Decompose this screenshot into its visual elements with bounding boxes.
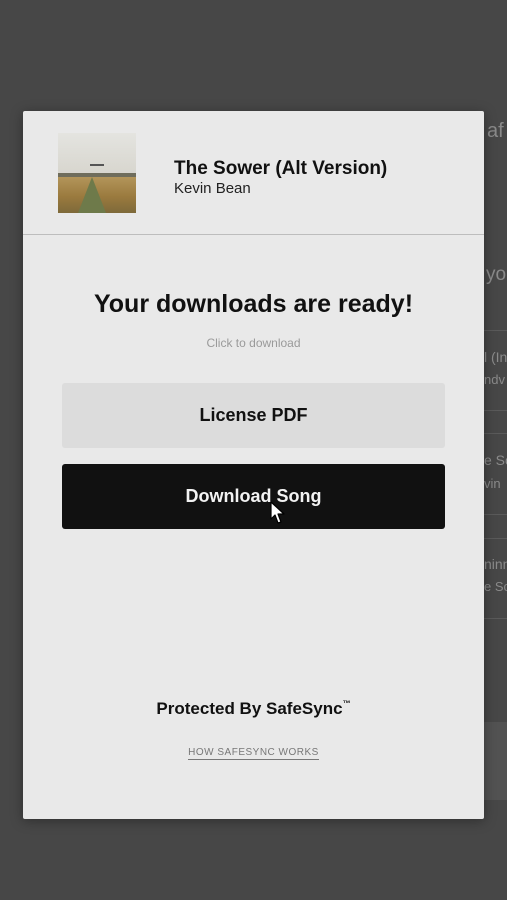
song-title: The Sower (Alt Version) xyxy=(174,158,388,179)
trademark-symbol: ™ xyxy=(342,699,351,708)
background-text-fragment: e So xyxy=(484,452,507,468)
download-song-button[interactable]: Download Song xyxy=(62,464,445,529)
background-text-fragment: l (In xyxy=(484,349,507,365)
background-text-fragment: yo xyxy=(486,264,507,285)
background-text-fragment: e Sc xyxy=(484,579,507,594)
background-text-fragment: ndv xyxy=(484,372,505,387)
click-to-download-hint: Click to download xyxy=(206,336,301,350)
song-header: The Sower (Alt Version) Kevin Bean xyxy=(23,111,484,235)
background-text-fragment: af xyxy=(487,120,504,142)
how-safesync-works-link[interactable]: HOW SAFESYNC WORKS xyxy=(188,747,319,760)
mouse-pointer-icon xyxy=(270,501,285,524)
download-modal: The Sower (Alt Version) Kevin Bean Your … xyxy=(23,111,484,819)
how-safesync-works-link-container: HOW SAFESYNC WORKS xyxy=(23,747,484,760)
album-cover-image xyxy=(58,133,136,213)
song-artist: Kevin Bean xyxy=(174,180,251,197)
downloads-ready-heading: Your downloads are ready! xyxy=(93,290,414,318)
license-pdf-button[interactable]: License PDF xyxy=(62,383,445,448)
safesync-protection-label: Protected By SafeSync™ xyxy=(156,699,351,718)
background-text-fragment: vin xyxy=(484,476,501,491)
background-text-fragment: ninn xyxy=(484,556,507,572)
